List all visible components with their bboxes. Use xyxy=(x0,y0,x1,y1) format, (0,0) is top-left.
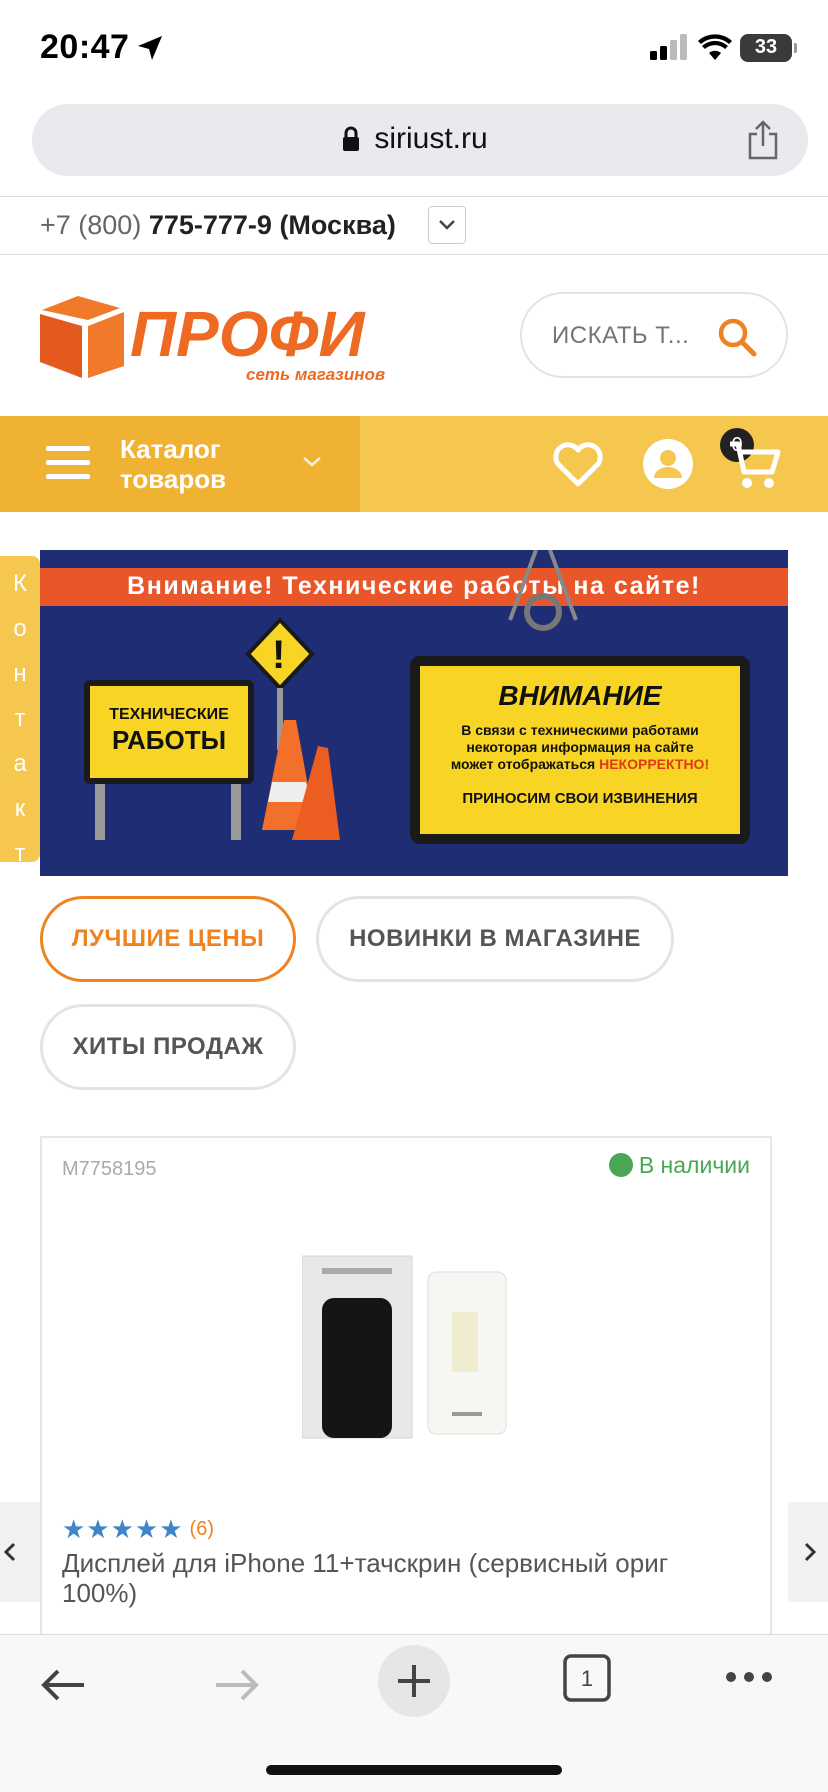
divider xyxy=(0,196,828,197)
status-time: 20:47 xyxy=(40,28,130,66)
new-tab-button[interactable] xyxy=(378,1645,450,1717)
chevron-down-icon xyxy=(303,457,321,467)
search-input[interactable] xyxy=(552,316,702,356)
catalog-button[interactable]: Каталог товаров xyxy=(0,416,360,512)
attention-sign: ВНИМАНИЕ В связи с техническими работами… xyxy=(410,656,750,844)
filter-new-arrivals[interactable]: НОВИНКИ В МАГАЗИНЕ xyxy=(316,896,674,982)
product-title[interactable]: Дисплей для iPhone 11+тачскрин (сервисны… xyxy=(62,1548,742,1608)
more-menu-icon[interactable] xyxy=(724,1669,774,1685)
search-icon[interactable] xyxy=(716,316,758,358)
svg-text:1: 1 xyxy=(581,1666,593,1691)
address-bar[interactable]: siriust.ru xyxy=(32,104,808,176)
city-dropdown[interactable] xyxy=(428,206,466,244)
plus-icon xyxy=(398,1665,430,1697)
cellular-signal-icon xyxy=(650,34,687,60)
phone-number[interactable]: +7 (800) 775-777-9 (Москва) xyxy=(40,210,396,241)
filter-bestsellers[interactable]: ХИТЫ ПРОДАЖ xyxy=(40,1004,296,1090)
divider xyxy=(0,254,828,255)
chevron-right-icon xyxy=(804,1542,817,1562)
product-rating[interactable]: ★★★★★ (6) xyxy=(62,1514,214,1545)
contacts-side-tab[interactable]: К о н т а к т ы xyxy=(0,556,40,912)
chevron-down-icon xyxy=(439,220,455,230)
home-indicator xyxy=(266,1765,562,1775)
status-bar: 20:47 33 xyxy=(0,0,828,96)
chevron-left-icon xyxy=(3,1542,16,1562)
heart-icon[interactable] xyxy=(552,440,604,488)
location-arrow-icon xyxy=(138,36,162,60)
catalog-label: Каталог товаров xyxy=(120,434,227,494)
product-image[interactable] xyxy=(302,1252,522,1442)
product-sku: M7758195 xyxy=(62,1158,157,1180)
browser-toolbar: 1 xyxy=(0,1634,828,1792)
site-logo[interactable]: ПРОФИ сеть магазинов xyxy=(38,292,418,387)
roadwork-sign: ТЕХНИЧЕСКИЕ РАБОТЫ xyxy=(84,680,254,784)
battery-icon: 33 xyxy=(740,34,797,62)
main-nav: Каталог товаров 0 xyxy=(0,416,828,512)
carousel-prev-button[interactable] xyxy=(0,1502,40,1602)
filter-best-prices[interactable]: ЛУЧШИЕ ЦЕНЫ xyxy=(40,896,296,982)
carousel-next-button[interactable] xyxy=(788,1502,828,1602)
search-box[interactable] xyxy=(520,292,788,378)
stock-status: В наличии xyxy=(608,1152,750,1179)
promo-banner[interactable]: Внимание! Технические работы на сайте! !… xyxy=(40,550,788,876)
url-text[interactable]: siriust.ru xyxy=(32,122,808,156)
logo-text: ПРОФИ xyxy=(130,298,366,370)
wifi-icon xyxy=(698,34,732,60)
forward-arrow-icon[interactable] xyxy=(212,1665,262,1705)
back-arrow-icon[interactable] xyxy=(38,1665,88,1705)
user-icon[interactable] xyxy=(642,438,694,490)
check-icon xyxy=(608,1153,633,1177)
cart-icon[interactable] xyxy=(728,440,782,490)
tabs-icon[interactable]: 1 xyxy=(562,1653,612,1703)
product-card[interactable]: M7758195 В наличии ★★★★★ (6) Дисплей для … xyxy=(40,1136,772,1656)
hamburger-icon xyxy=(46,446,90,480)
share-icon[interactable] xyxy=(746,120,780,160)
svg-text:!: ! xyxy=(272,633,285,677)
logo-subtitle: сеть магазинов xyxy=(246,365,385,382)
